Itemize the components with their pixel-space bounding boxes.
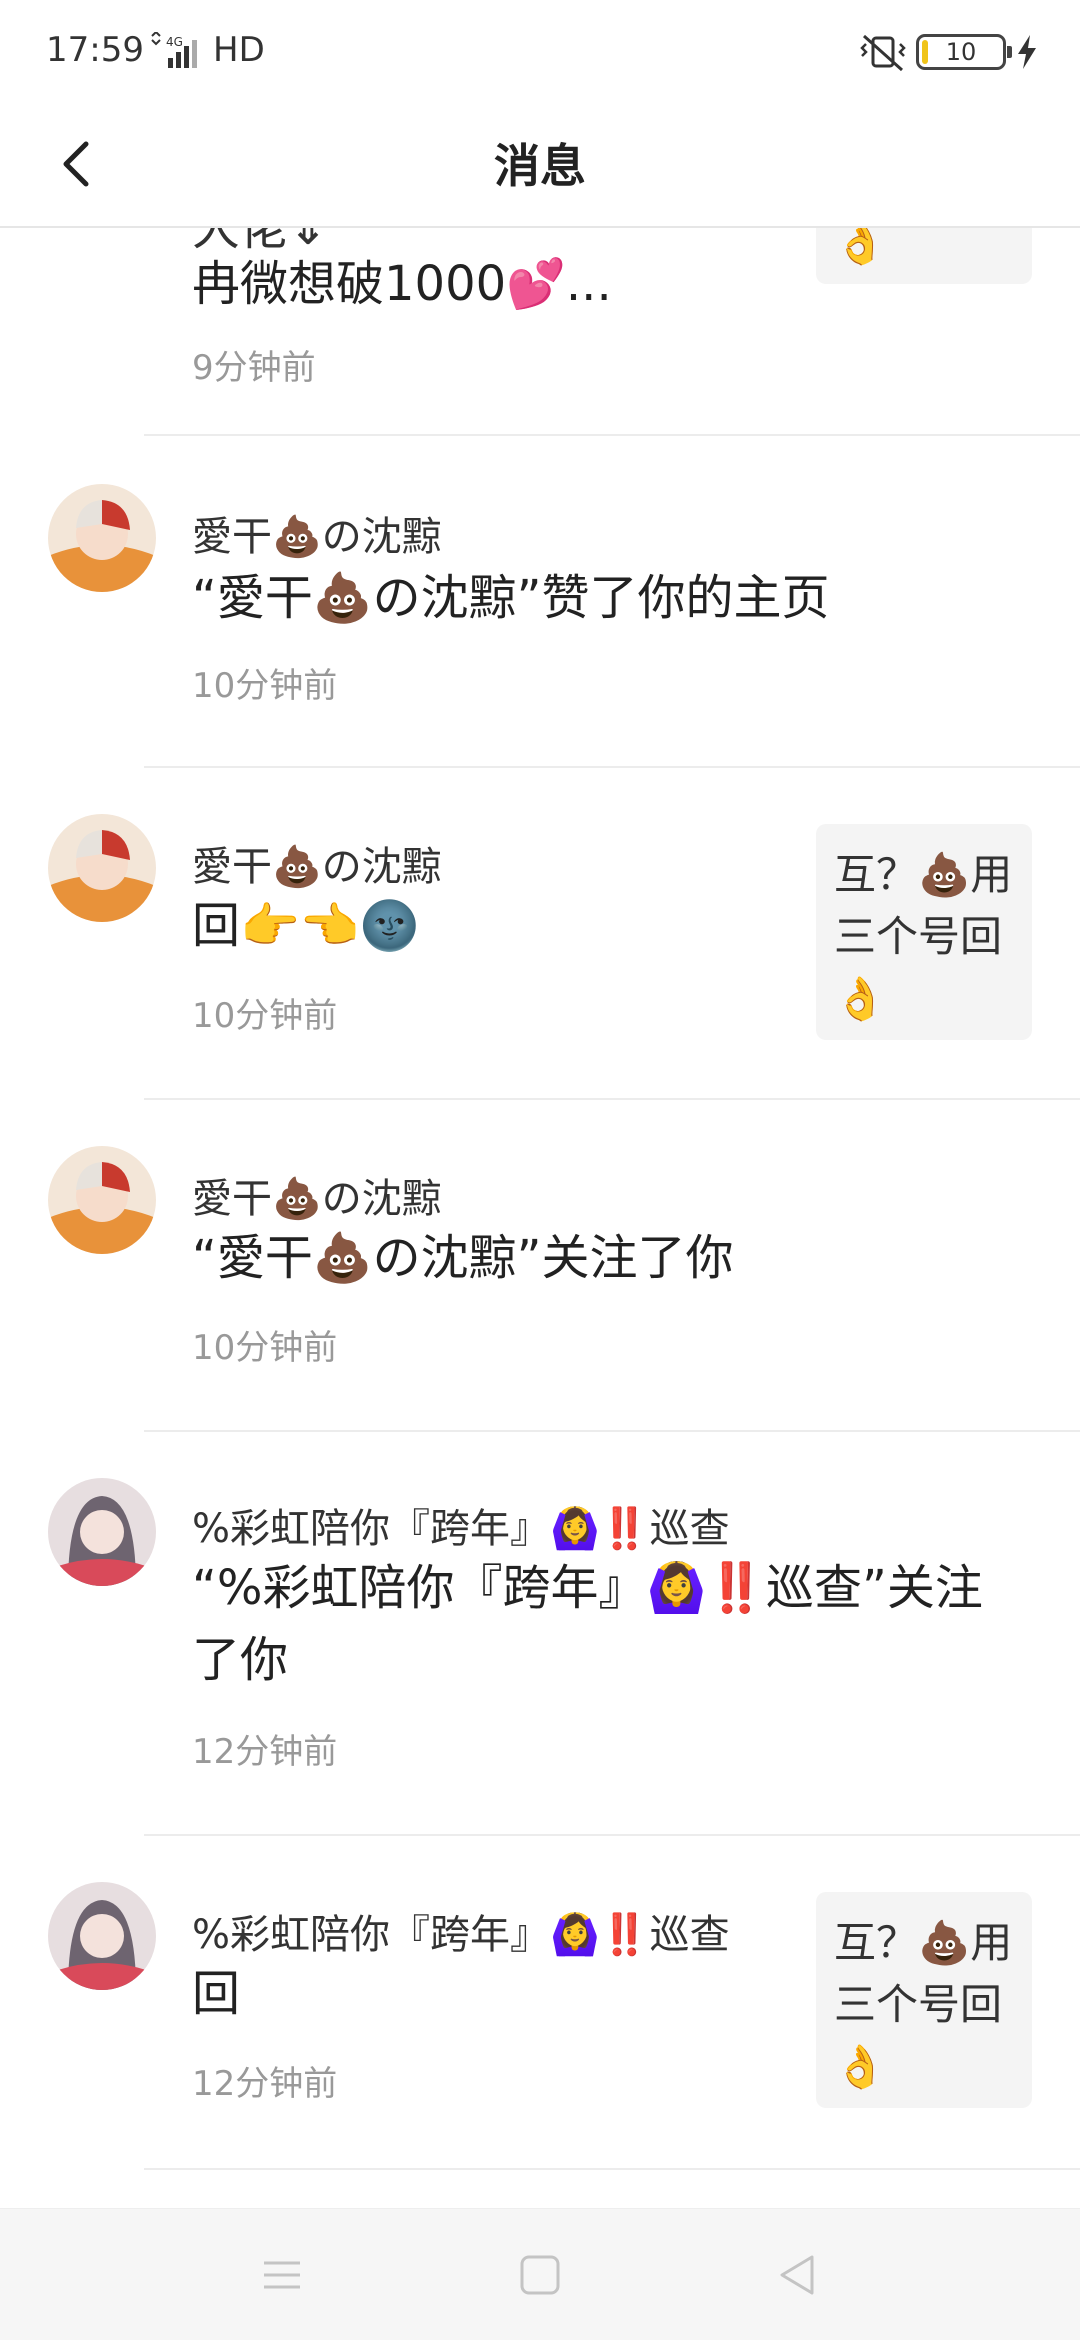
avatar-image (48, 484, 156, 592)
message-preview[interactable]: 👌 (816, 228, 1032, 284)
message-time: 9分钟前 (192, 348, 316, 388)
message-time: 10分钟前 (192, 666, 338, 706)
list-item[interactable]: 大佬⇓ 冉微想破1000💕... 9分钟前 👌 (0, 228, 1080, 444)
list-item[interactable]: 愛干💩の沈黥 回👉👈🌚 10分钟前 互？💩用三个号回👌 (0, 768, 1080, 1098)
divider (144, 2168, 1080, 2170)
message-time: 10分钟前 (192, 1328, 338, 1368)
avatar-image (48, 1146, 156, 1254)
message-content: “%彩虹陪你『跨年』🙆‍♀️‼️巡查”关注了你 (192, 1560, 983, 1688)
page-title: 消息 (494, 139, 586, 193)
message-content: “愛干💩の沈黥”关注了你 (192, 1230, 734, 1286)
message-time: 10分钟前 (192, 996, 338, 1036)
charging-icon (1018, 35, 1036, 69)
list-item[interactable]: %彩虹陪你『跨年』🙆‍♀️‼️巡查 回 12分钟前 互？💩用三个号回👌 (0, 1836, 1080, 2168)
status-icons: 10 (860, 32, 1038, 72)
status-time: 17:59 (46, 30, 144, 70)
vibrate-icon (860, 34, 906, 72)
menu-icon[interactable] (252, 2245, 312, 2305)
message-time: 12分钟前 (192, 1732, 338, 1772)
battery-icon: 10 (916, 34, 1012, 70)
status-hd: HD (213, 30, 265, 70)
message-sender: 愛干💩の沈黥 (192, 1176, 442, 1222)
back-icon[interactable] (768, 2245, 828, 2305)
list-item[interactable]: 愛干💩の沈黥 “愛干💩の沈黥”赞了你的主页 10分钟前 (0, 436, 1080, 766)
avatar-image (48, 1882, 156, 1990)
message-content: 回👉👈🌚 (192, 898, 420, 954)
system-nav-bar (0, 2208, 1080, 2340)
avatar[interactable] (48, 484, 156, 592)
list-item[interactable]: %彩虹陪你『跨年』🙆‍♀️‼️巡查 “%彩虹陪你『跨年』🙆‍♀️‼️巡查”关注了… (0, 1432, 1080, 1834)
message-preview[interactable]: 互？💩用三个号回👌 (816, 824, 1032, 1040)
svg-text:4G: 4G (166, 35, 183, 49)
message-sender: %彩虹陪你『跨年』🙆‍♀️‼️巡查 (192, 1912, 730, 1958)
message-time: 12分钟前 (192, 2064, 338, 2104)
battery-level: 10 (945, 38, 977, 66)
message-list[interactable]: 大佬⇓ 冉微想破1000💕... 9分钟前 👌 愛干💩の沈黥 “愛干💩の沈黥”赞… (0, 228, 1080, 2208)
nav-bar: 消息 (0, 100, 1080, 228)
message-content: 冉微想破1000💕... (192, 256, 612, 312)
message-preview[interactable]: 互？💩用三个号回👌 (816, 1892, 1032, 2108)
avatar-image (48, 1478, 156, 1586)
message-sender: 愛干💩の沈黥 (192, 514, 442, 560)
signal-icon: 4G (151, 32, 197, 68)
avatar[interactable] (48, 814, 156, 922)
avatar[interactable] (48, 1882, 156, 1990)
home-icon[interactable] (510, 2245, 570, 2305)
avatar-image (48, 814, 156, 922)
message-sender: %彩虹陪你『跨年』🙆‍♀️‼️巡查 (192, 1506, 730, 1552)
list-item[interactable]: 愛干💩の沈黥 “愛干💩の沈黥”关注了你 10分钟前 (0, 1100, 1080, 1430)
avatar[interactable] (48, 1146, 156, 1254)
message-content: “愛干💩の沈黥”赞了你的主页 (192, 570, 830, 626)
status-bar: 17:59 4G HD 10 (0, 0, 1080, 100)
message-content: 回 (192, 1966, 241, 2022)
avatar[interactable] (48, 1478, 156, 1586)
message-sender: 愛干💩の沈黥 (192, 844, 442, 890)
